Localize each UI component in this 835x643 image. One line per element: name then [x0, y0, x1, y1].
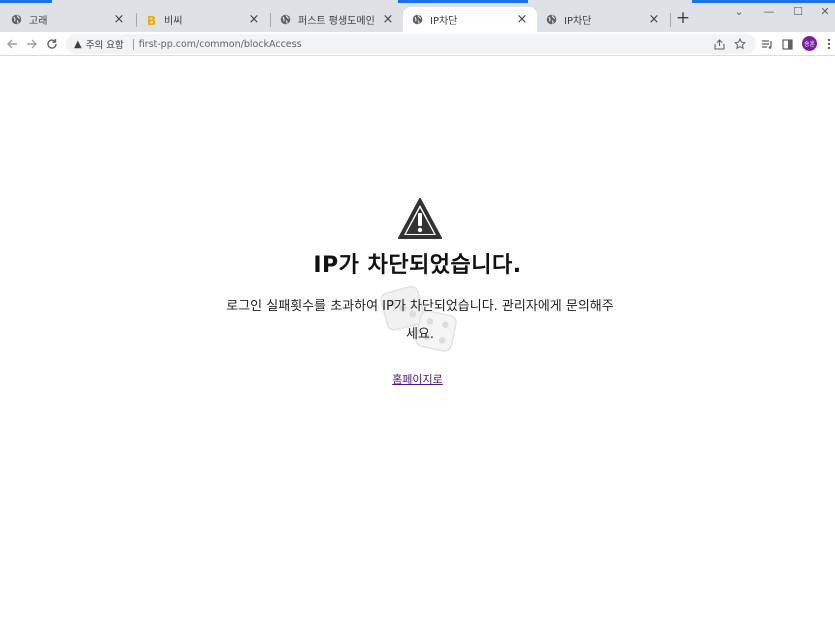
- block-message: 로그인 실패횟수를 초과하여 IP가 차단되었습니다. 관리자에게 문의해주 세…: [205, 293, 635, 349]
- homepage-link[interactable]: 홈페이지로: [0, 371, 835, 387]
- bookmark-star-icon[interactable]: [732, 36, 748, 52]
- close-tab-icon[interactable]: ×: [515, 12, 529, 27]
- block-message-line: 로그인 실패횟수를 초과하여 IP가 차단되었습니다. 관리자에게 문의해주: [226, 299, 614, 314]
- tab-strip: 고래 × B 비씨 × 퍼스트 평생도메인 × IP차단 × IP차단 × + …: [0, 0, 835, 32]
- tab-2[interactable]: B 비씨 ×: [137, 7, 269, 32]
- globe-icon: [411, 14, 423, 26]
- close-tab-icon[interactable]: ×: [381, 12, 395, 27]
- tab-3[interactable]: 퍼스트 평생도메인 ×: [271, 7, 403, 32]
- back-button[interactable]: [3, 35, 21, 53]
- close-window-button[interactable]: ✕: [816, 4, 834, 20]
- reload-icon: [47, 39, 57, 49]
- tab-title: IP차단: [430, 16, 458, 27]
- tab-title: 퍼스트 평생도메인: [298, 16, 375, 27]
- tab-title: IP차단: [564, 16, 592, 27]
- globe-icon: [545, 14, 557, 26]
- address-bar[interactable]: ▲ 주의 요함 first-pp.com/common/blockAccess: [66, 34, 756, 54]
- profile-avatar[interactable]: 송훈: [802, 36, 817, 51]
- accent-line: [692, 0, 835, 3]
- forward-button[interactable]: [23, 35, 41, 53]
- tab-4-active[interactable]: IP차단 ×: [403, 7, 537, 32]
- tab-divider: [670, 13, 671, 27]
- reading-list-icon[interactable]: [759, 36, 775, 52]
- back-arrow-icon: [7, 39, 17, 49]
- accent-line: [398, 0, 528, 3]
- tab-1[interactable]: 고래 ×: [2, 7, 134, 32]
- more-menu-icon[interactable]: [821, 36, 835, 52]
- tab-5[interactable]: IP차단 ×: [537, 7, 669, 32]
- tab-strip-top-accent: [0, 0, 835, 3]
- side-panel-icon[interactable]: [779, 36, 795, 52]
- share-icon[interactable]: [711, 36, 727, 52]
- block-message-line: 세요.: [405, 327, 435, 342]
- minimize-button[interactable]: —: [760, 4, 778, 20]
- svg-text:B: B: [147, 14, 156, 26]
- page-title: IP가 차단되었습니다.: [313, 253, 522, 278]
- not-secure-warning-icon[interactable]: ▲: [74, 39, 82, 50]
- b-logo-icon: B: [145, 14, 157, 26]
- security-label[interactable]: 주의 요함: [86, 37, 124, 51]
- forward-arrow-icon: [27, 39, 37, 49]
- url-text[interactable]: first-pp.com/common/blockAccess: [139, 39, 302, 50]
- close-tab-icon[interactable]: ×: [647, 12, 661, 27]
- globe-icon: [279, 14, 291, 26]
- warning-triangle-icon: [398, 198, 442, 239]
- omnibox-divider: [132, 38, 134, 50]
- maximize-button[interactable]: ☐: [789, 4, 807, 20]
- browser-toolbar: ▲ 주의 요함 first-pp.com/common/blockAccess …: [0, 32, 835, 56]
- reload-button[interactable]: [43, 35, 61, 53]
- tab-title: 비씨: [164, 16, 183, 27]
- globe-icon: [10, 14, 22, 26]
- close-tab-icon[interactable]: ×: [247, 12, 261, 27]
- accent-line: [0, 0, 52, 3]
- tab-title: 고래: [29, 16, 48, 27]
- tab-search-chevron-icon[interactable]: ⌄: [730, 4, 748, 20]
- close-tab-icon[interactable]: ×: [112, 12, 126, 27]
- page-content: IP가 차단되었습니다. 로그인 실패횟수를 초과하여 IP가 차단되었습니다.…: [0, 57, 835, 643]
- new-tab-button[interactable]: +: [674, 9, 692, 27]
